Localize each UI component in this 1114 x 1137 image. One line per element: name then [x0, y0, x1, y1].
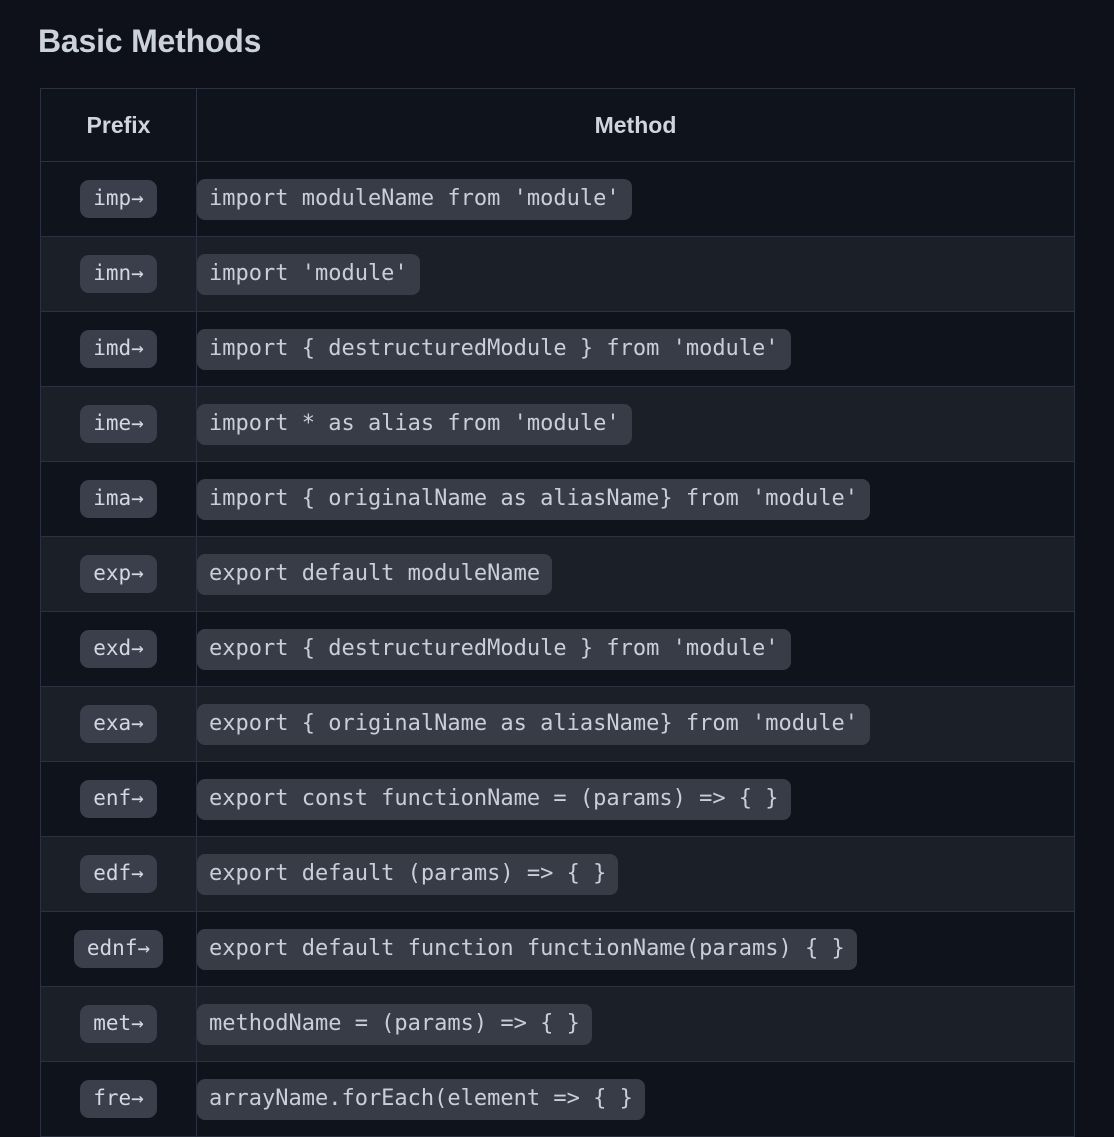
table-row: imn→ import 'module'	[40, 236, 1075, 312]
prefix-badge[interactable]: exd→	[80, 630, 157, 668]
table-row: exp→ export default moduleName	[40, 536, 1075, 612]
prefix-cell: imd→	[40, 311, 197, 387]
method-cell: import moduleName from 'module'	[196, 161, 1075, 237]
methods-table-container: Prefix Method imp→ import moduleName from…	[40, 88, 1075, 1137]
prefix-badge[interactable]: imn→	[80, 255, 157, 293]
method-code-snippet[interactable]: export { destructuredModule } from 'modu…	[197, 628, 791, 670]
method-cell: import * as alias from 'module'	[196, 386, 1075, 462]
method-code-snippet[interactable]: export { originalName as aliasName} from…	[197, 703, 871, 745]
prefix-cell: exd→	[40, 611, 197, 687]
prefix-cell: fre→	[40, 1061, 197, 1137]
prefix-cell: ime→	[40, 386, 197, 462]
prefix-cell: exa→	[40, 686, 197, 762]
method-cell: export const functionName = (params) => …	[196, 761, 1075, 837]
prefix-badge[interactable]: ime→	[80, 405, 157, 443]
methods-table: Prefix Method imp→ import moduleName from…	[40, 88, 1075, 1137]
method-code-snippet[interactable]: arrayName.forEach(element => { }	[197, 1078, 645, 1120]
prefix-badge[interactable]: enf→	[80, 780, 157, 818]
prefix-badge[interactable]: edf→	[80, 855, 157, 893]
method-code-snippet[interactable]: import * as alias from 'module'	[197, 403, 632, 445]
prefix-cell: edf→	[40, 836, 197, 912]
table-row: fre→ arrayName.forEach(element => { }	[40, 1061, 1075, 1137]
table-header: Prefix Method	[40, 88, 1075, 162]
table-row: ednf→ export default function functionNam…	[40, 911, 1075, 987]
method-code-snippet[interactable]: export const functionName = (params) => …	[197, 778, 791, 820]
method-code-snippet[interactable]: import moduleName from 'module'	[197, 178, 632, 220]
table-row: enf→ export const functionName = (params)…	[40, 761, 1075, 837]
table-row: met→ methodName = (params) => { }	[40, 986, 1075, 1062]
method-cell: import { originalName as aliasName} from…	[196, 461, 1075, 537]
table-row: ima→ import { originalName as aliasName} …	[40, 461, 1075, 537]
method-cell: import 'module'	[196, 236, 1075, 312]
method-cell: arrayName.forEach(element => { }	[196, 1061, 1075, 1137]
table-body: imp→ import moduleName from 'module' imn→ i…	[40, 161, 1075, 1137]
method-cell: export default moduleName	[196, 536, 1075, 612]
prefix-badge[interactable]: ima→	[80, 480, 157, 518]
method-cell: export { destructuredModule } from 'modu…	[196, 611, 1075, 687]
method-cell: export default function functionName(par…	[196, 911, 1075, 987]
method-cell: export default (params) => { }	[196, 836, 1075, 912]
method-code-snippet[interactable]: export default function functionName(par…	[197, 928, 857, 970]
prefix-badge[interactable]: exp→	[80, 555, 157, 593]
method-cell: methodName = (params) => { }	[196, 986, 1075, 1062]
prefix-cell: met→	[40, 986, 197, 1062]
method-code-snippet[interactable]: export default moduleName	[197, 553, 553, 595]
method-code-snippet[interactable]: import { destructuredModule } from 'modu…	[197, 328, 791, 370]
table-header-row: Prefix Method	[40, 88, 1075, 162]
prefix-badge[interactable]: exa→	[80, 705, 157, 743]
method-cell: import { destructuredModule } from 'modu…	[196, 311, 1075, 387]
method-code-snippet[interactable]: import { originalName as aliasName} from…	[197, 478, 871, 520]
prefix-cell: exp→	[40, 536, 197, 612]
prefix-badge[interactable]: imp→	[80, 180, 157, 218]
prefix-cell: ednf→	[40, 911, 197, 987]
prefix-cell: enf→	[40, 761, 197, 837]
prefix-cell: imp→	[40, 161, 197, 237]
prefix-badge[interactable]: imd→	[80, 330, 157, 368]
table-row: exa→ export { originalName as aliasName} …	[40, 686, 1075, 762]
prefix-badge[interactable]: ednf→	[73, 930, 164, 968]
column-header-method: Method	[196, 88, 1075, 162]
table-row: ime→ import * as alias from 'module'	[40, 386, 1075, 462]
table-row: imp→ import moduleName from 'module'	[40, 161, 1075, 237]
table-row: imd→ import { destructuredModule } from '…	[40, 311, 1075, 387]
column-header-prefix: Prefix	[40, 88, 197, 162]
method-cell: export { originalName as aliasName} from…	[196, 686, 1075, 762]
prefix-cell: imn→	[40, 236, 197, 312]
prefix-badge[interactable]: fre→	[80, 1080, 157, 1118]
page-title: Basic Methods	[38, 23, 262, 59]
prefix-cell: ima→	[40, 461, 197, 537]
method-code-snippet[interactable]: methodName = (params) => { }	[197, 1003, 592, 1045]
table-row: edf→ export default (params) => { }	[40, 836, 1075, 912]
prefix-badge[interactable]: met→	[80, 1005, 157, 1043]
table-row: exd→ export { destructuredModule } from '…	[40, 611, 1075, 687]
method-code-snippet[interactable]: import 'module'	[197, 253, 420, 295]
method-code-snippet[interactable]: export default (params) => { }	[197, 853, 619, 895]
page-root: Basic Methods Prefix Method imp→ import m…	[0, 0, 1114, 1137]
